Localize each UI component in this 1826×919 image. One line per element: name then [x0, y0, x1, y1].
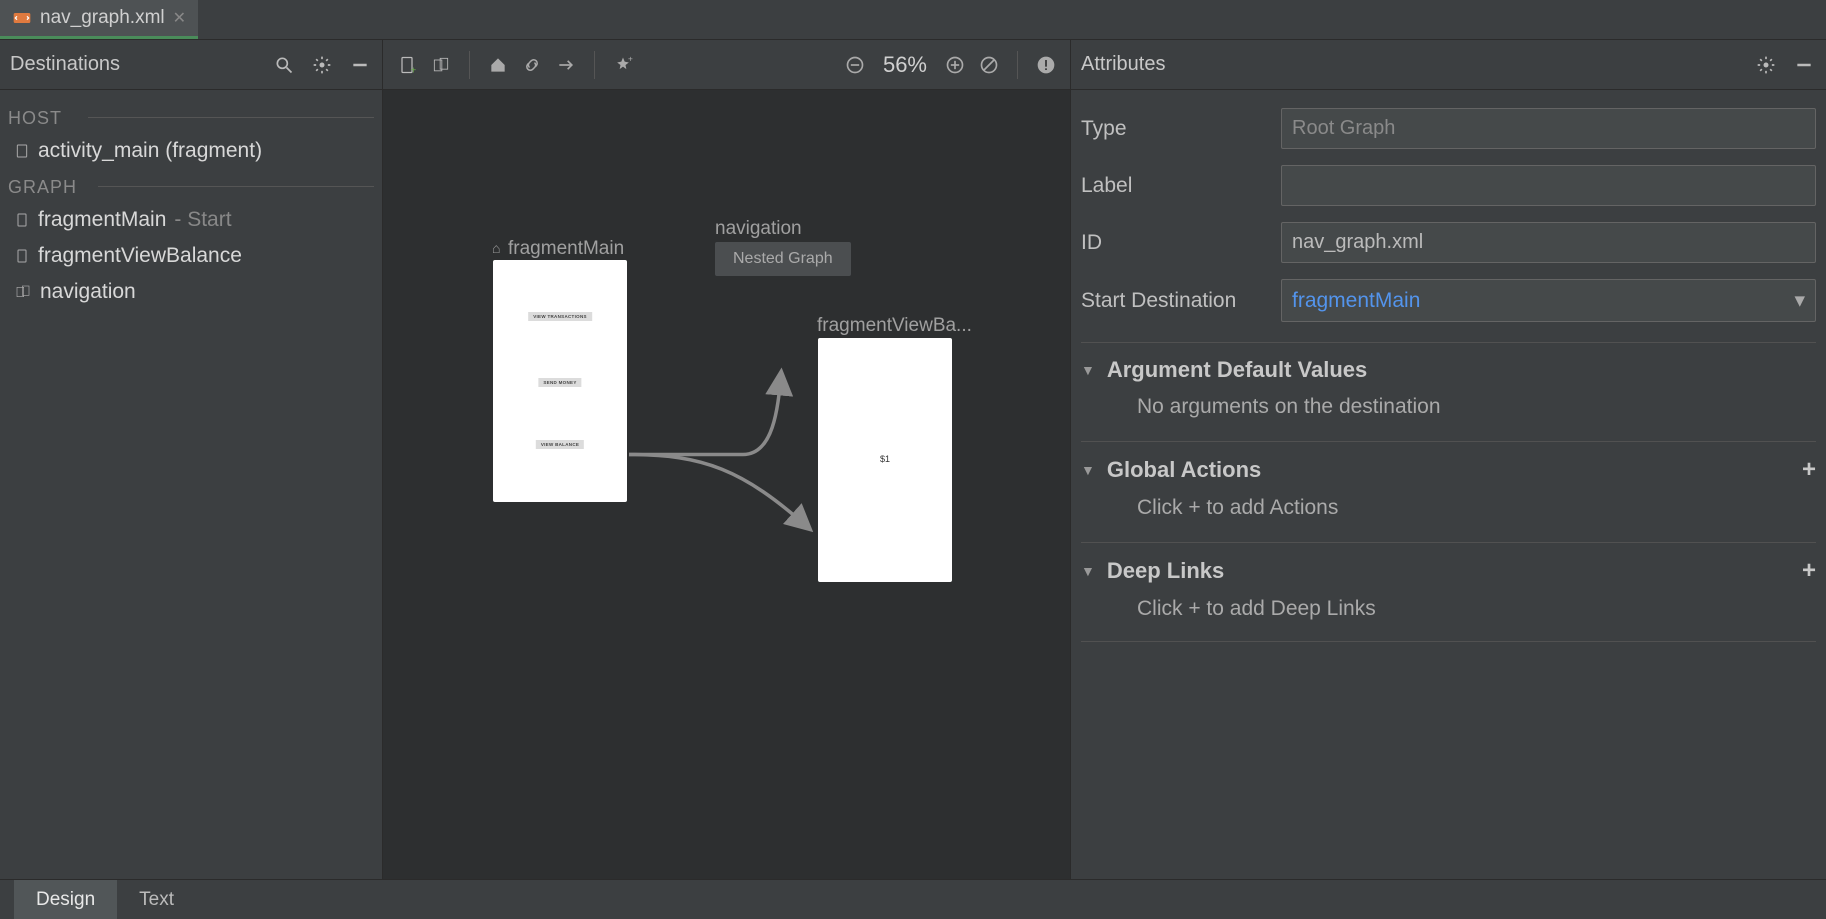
- nested-graph-icon: [14, 284, 32, 300]
- canvas-toolbar: + + 56%: [383, 40, 1070, 90]
- chevron-down-icon: ▼: [1081, 563, 1095, 579]
- action-arrow-icon[interactable]: [554, 53, 578, 77]
- zoom-reset-icon[interactable]: [977, 53, 1001, 77]
- attr-label-input[interactable]: [1281, 165, 1816, 206]
- balance-value: $1: [880, 454, 890, 464]
- attr-startdest-label: Start Destination: [1081, 289, 1281, 313]
- deeplink-icon[interactable]: [520, 53, 544, 77]
- destinations-header: Destinations: [0, 40, 382, 90]
- destinations-panel: Destinations HOST activity_main (fragmen…: [0, 40, 383, 879]
- zoom-level: 56%: [883, 52, 927, 78]
- attributes-panel: Attributes Type Label ID: [1070, 40, 1826, 879]
- node-label-fragmentmain: fragmentMain: [508, 238, 624, 260]
- main-area: Destinations HOST activity_main (fragmen…: [0, 40, 1826, 879]
- node-fragmentmain[interactable]: VIEW TRANSACTIONS SEND MONEY VIEW BALANC…: [493, 260, 627, 502]
- editor-mode-tabs: Design Text: [0, 879, 1826, 919]
- graph-item-suffix: - Start: [174, 208, 231, 232]
- svg-text:+: +: [628, 55, 633, 64]
- attributes-header: Attributes: [1071, 40, 1826, 90]
- attr-id-label: ID: [1081, 231, 1281, 255]
- host-item-label: activity_main (fragment): [38, 139, 262, 163]
- mini-button-view-balance: VIEW BALANCE: [536, 440, 584, 449]
- phone-icon: [14, 248, 30, 264]
- graph-item-label: navigation: [40, 280, 136, 304]
- gear-icon[interactable]: [310, 53, 334, 77]
- attr-type-label: Type: [1081, 117, 1281, 141]
- zoom-in-icon[interactable]: [943, 53, 967, 77]
- warnings-icon[interactable]: [1034, 53, 1058, 77]
- canvas[interactable]: ⌂ fragmentMain VIEW TRANSACTIONS SEND MO…: [383, 90, 1070, 879]
- add-deeplink-button[interactable]: +: [1802, 557, 1816, 585]
- start-home-icon: ⌂: [492, 240, 500, 256]
- minimize-icon[interactable]: [348, 53, 372, 77]
- section-title: Global Actions: [1107, 457, 1261, 483]
- zoom-out-icon[interactable]: [843, 53, 867, 77]
- graph-item-fragmentviewbalance[interactable]: fragmentViewBalance: [8, 238, 374, 274]
- destinations-title: Destinations: [10, 53, 120, 76]
- section-global-actions[interactable]: ▼ Global Actions +: [1081, 450, 1816, 490]
- graph-item-label: fragmentMain: [38, 208, 166, 232]
- node-label-fragmentviewbalance: fragmentViewBa...: [817, 315, 972, 337]
- mini-button-view-transactions: VIEW TRANSACTIONS: [528, 312, 592, 321]
- graph-section-label: GRAPH: [8, 169, 374, 202]
- tab-design[interactable]: Design: [14, 880, 117, 919]
- nav-editor-canvas-panel: + + 56%: [383, 40, 1070, 879]
- new-destination-icon[interactable]: +: [395, 53, 419, 77]
- section-title: Deep Links: [1107, 558, 1224, 584]
- node-fragmentviewbalance[interactable]: $1: [818, 338, 952, 582]
- nested-graph-chip[interactable]: Nested Graph: [715, 242, 851, 276]
- deep-links-hint: Click + to add Deep Links: [1081, 591, 1816, 631]
- minimize-icon[interactable]: [1792, 53, 1816, 77]
- attr-id-input[interactable]: [1281, 222, 1816, 263]
- global-actions-hint: Click + to add Actions: [1081, 490, 1816, 530]
- file-tab-bar: nav_graph.xml ✕: [0, 0, 1826, 40]
- add-action-button[interactable]: +: [1802, 456, 1816, 484]
- attr-startdest-select[interactable]: fragmentMain ▾: [1281, 279, 1816, 322]
- tab-text[interactable]: Text: [117, 880, 196, 919]
- node-label-navigation: navigation: [715, 218, 802, 240]
- attr-startdest-value: fragmentMain: [1292, 289, 1420, 313]
- file-tab-label: nav_graph.xml: [40, 7, 165, 29]
- xml-file-icon: [12, 8, 32, 28]
- section-deep-links[interactable]: ▼ Deep Links +: [1081, 551, 1816, 591]
- auto-arrange-icon[interactable]: +: [611, 53, 635, 77]
- nested-graph-icon[interactable]: [429, 53, 453, 77]
- attr-label-label: Label: [1081, 174, 1281, 198]
- chevron-down-icon: ▼: [1081, 362, 1095, 378]
- graph-item-navigation[interactable]: navigation: [8, 274, 374, 310]
- mini-button-send-money: SEND MONEY: [538, 378, 581, 387]
- chevron-down-icon: ▾: [1794, 288, 1805, 313]
- svg-text:+: +: [410, 65, 416, 75]
- host-section-label: HOST: [8, 100, 374, 133]
- file-tab[interactable]: nav_graph.xml ✕: [0, 0, 198, 39]
- graph-item-label: fragmentViewBalance: [38, 244, 242, 268]
- home-icon[interactable]: [486, 53, 510, 77]
- search-icon[interactable]: [272, 53, 296, 77]
- graph-item-fragmentmain[interactable]: fragmentMain - Start: [8, 202, 374, 238]
- phone-icon: [14, 212, 30, 228]
- attributes-title: Attributes: [1081, 53, 1165, 76]
- fragment-icon: [14, 143, 30, 159]
- section-argument-defaults[interactable]: ▼ Argument Default Values: [1081, 351, 1816, 389]
- gear-icon[interactable]: [1754, 53, 1778, 77]
- close-icon[interactable]: ✕: [173, 8, 186, 28]
- host-item[interactable]: activity_main (fragment): [8, 133, 374, 169]
- section-title: Argument Default Values: [1107, 357, 1367, 383]
- argument-defaults-empty: No arguments on the destination: [1081, 389, 1816, 429]
- chevron-down-icon: ▼: [1081, 462, 1095, 478]
- attr-type-input[interactable]: [1281, 108, 1816, 149]
